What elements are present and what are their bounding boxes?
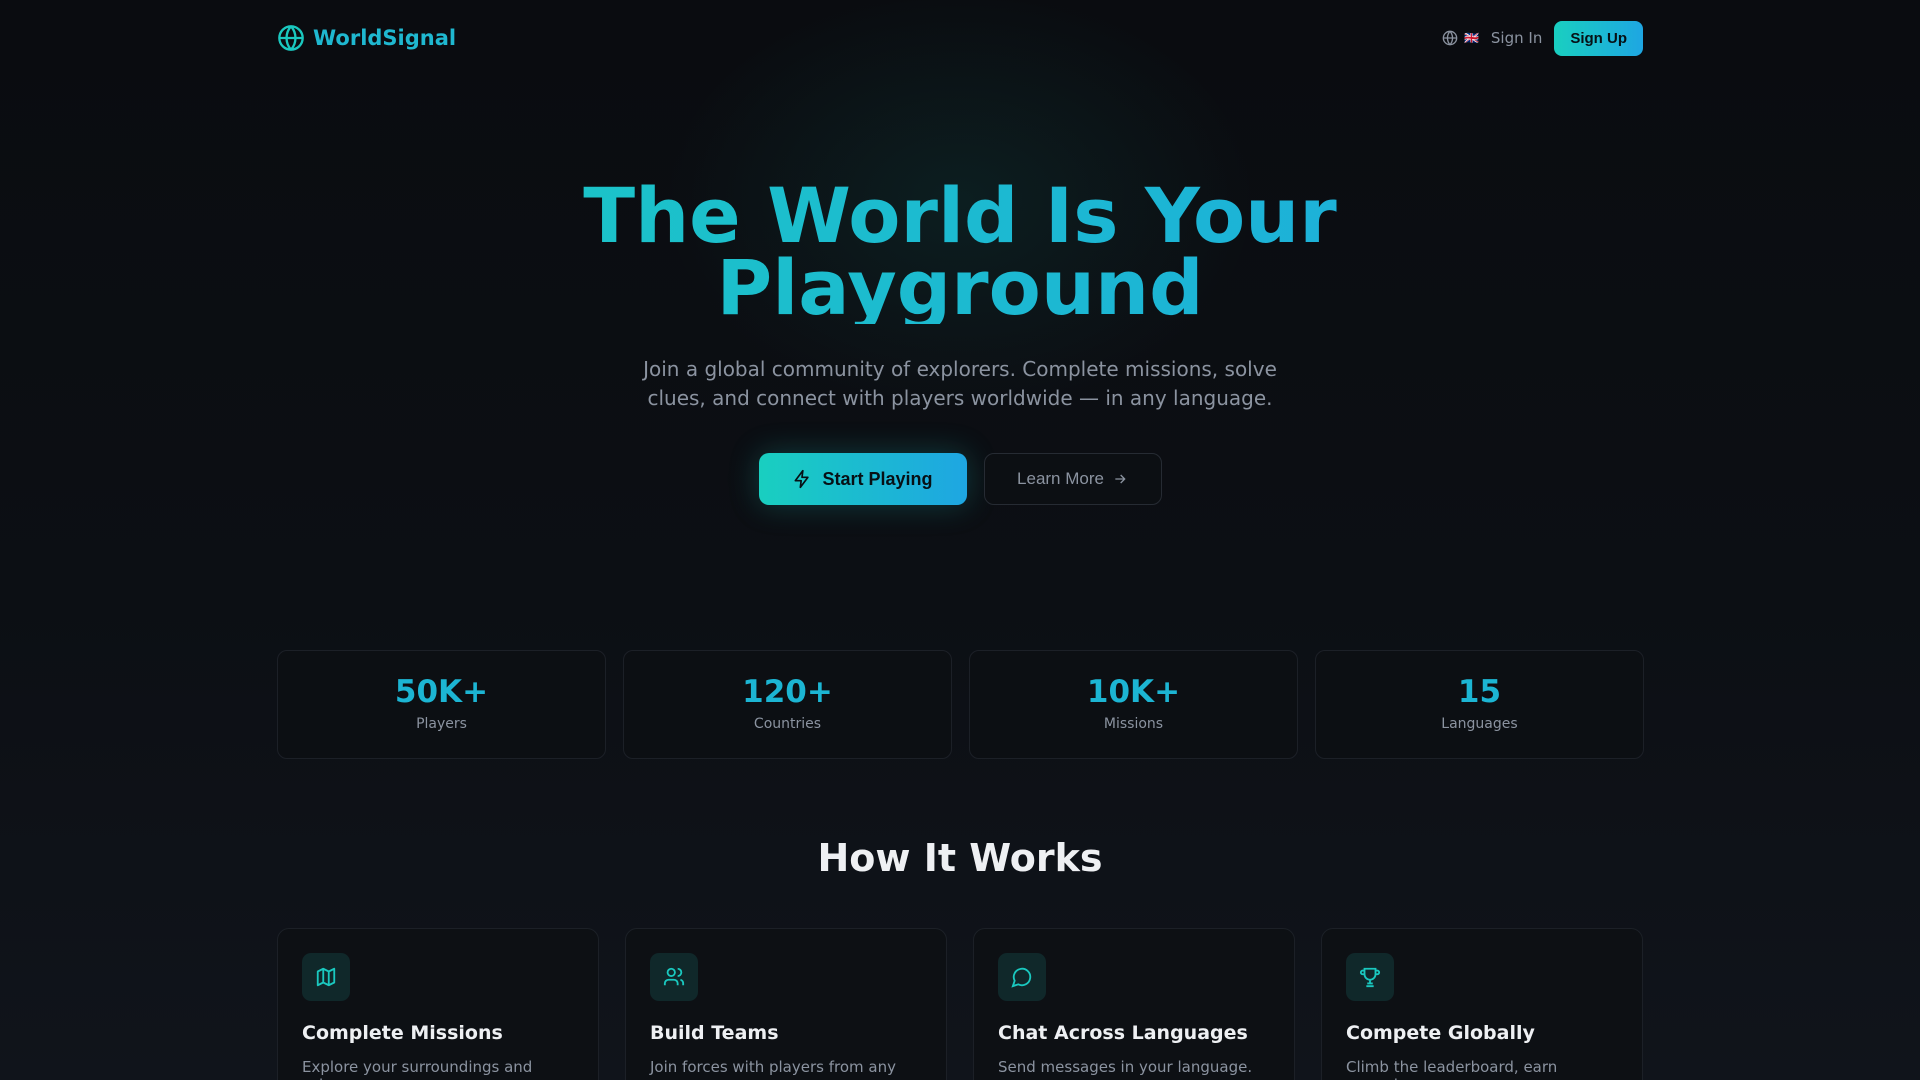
learn-more-button[interactable]: Learn More <box>983 453 1162 505</box>
feature-card: Compete Globally Climb the leaderboard, … <box>1321 928 1643 1080</box>
hero-title-line2: Playground <box>716 243 1204 332</box>
globe-icon <box>1442 30 1458 46</box>
feature-title: Compete Globally <box>1346 1022 1535 1044</box>
brand-logo[interactable]: WorldSignal <box>277 24 456 52</box>
stat-label: Players <box>416 716 467 732</box>
feature-card: Chat Across Languages Send messages in y… <box>973 928 1295 1080</box>
flag-icon: 🇬🇧 <box>1463 31 1479 45</box>
feature-desc: Explore your surroundings and solve <box>302 1058 533 1080</box>
sign-up-button[interactable]: Sign Up <box>1554 20 1643 56</box>
arrow-right-icon <box>1115 474 1126 484</box>
feature-desc: Join forces with players from any <box>650 1058 896 1076</box>
sign-in-link[interactable]: Sign In <box>1491 29 1542 47</box>
background <box>0 0 1920 1080</box>
stat-value: 120+ <box>742 674 833 710</box>
brand-name: WorldSignal <box>313 26 457 50</box>
feature-title: Chat Across Languages <box>998 1022 1248 1044</box>
stat-card: 10K+ Missions <box>969 650 1298 759</box>
chat-icon <box>1011 967 1032 988</box>
stats-row: 50K+ Players 120+ Countries 10K+ Missions 1… <box>277 650 1644 759</box>
how-it-works-title: How It Works <box>817 836 1103 880</box>
start-playing-button[interactable]: Start Playing <box>758 453 967 505</box>
language-selector[interactable]: 🇬🇧 <box>1442 30 1479 46</box>
trophy-icon <box>1359 967 1381 988</box>
feature-desc: Send messages in your language. <box>998 1058 1253 1076</box>
feature-card: Complete Missions Explore your surroundi… <box>277 928 599 1080</box>
stat-value: 10K+ <box>1086 674 1181 710</box>
features-row: Complete Missions Explore your surroundi… <box>277 928 1643 1080</box>
stat-label: Countries <box>753 716 822 732</box>
stat-label: Missions <box>1103 716 1164 732</box>
learn-more-label: Learn More <box>1017 469 1104 488</box>
feature-title: Build Teams <box>650 1022 779 1044</box>
map-icon <box>316 967 336 987</box>
hero-subtitle: Join a global community of explorers. Co… <box>643 357 1277 410</box>
hero-title: The World Is Your Playground <box>0 180 1920 324</box>
lightning-icon <box>794 469 810 489</box>
stat-label: Languages <box>1441 716 1518 732</box>
feature-card: Build Teams Join forces with players fro… <box>625 928 947 1080</box>
stat-card: 15 Languages <box>1315 650 1644 759</box>
globe-icon <box>278 25 304 51</box>
feature-title: Complete Missions <box>302 1022 503 1044</box>
feature-desc: Climb the leaderboard, earn rewards, <box>1346 1058 1558 1080</box>
users-icon <box>663 967 685 986</box>
stat-card: 50K+ Players <box>277 650 606 759</box>
hero-title-line1: The World Is Your <box>583 171 1337 260</box>
top-nav: WorldSignal 🇬🇧 Sign In Sign Up <box>277 20 1643 56</box>
stat-card: 120+ Countries <box>623 650 952 759</box>
start-playing-label: Start Playing <box>822 468 933 489</box>
stat-value: 50K+ <box>394 674 489 710</box>
stat-value: 15 <box>1457 674 1502 710</box>
